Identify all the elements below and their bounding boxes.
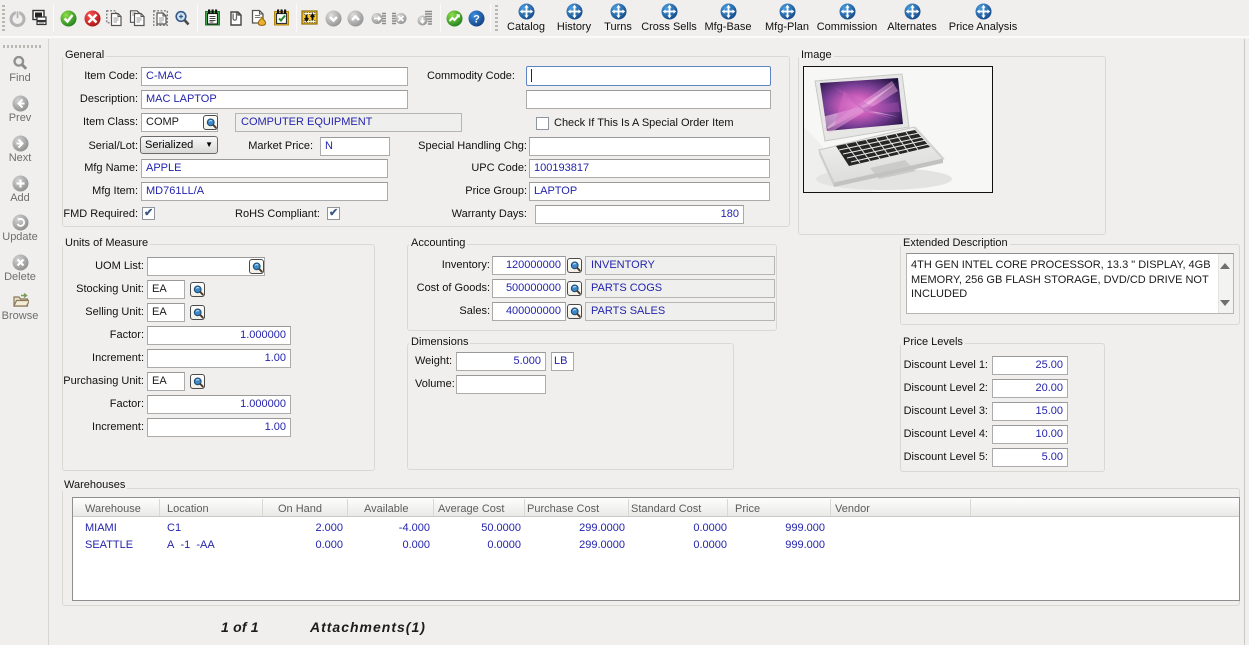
svg-text:?: ? <box>473 14 480 26</box>
